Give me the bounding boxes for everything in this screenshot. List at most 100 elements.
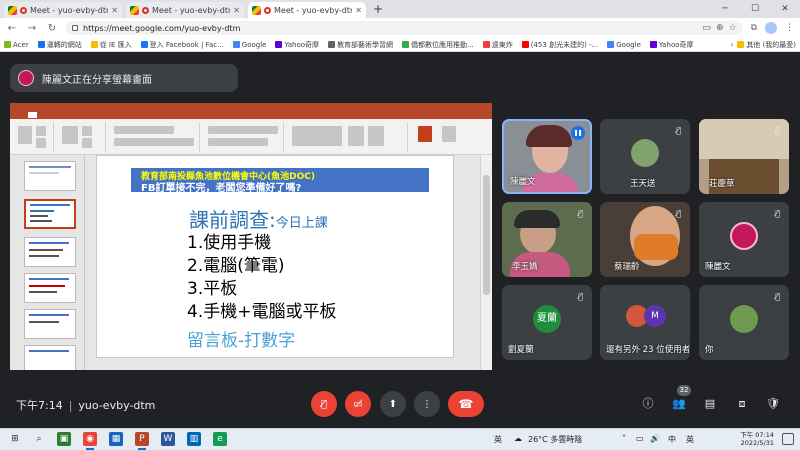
- bookmark-item[interactable]: Yahoo奇摩: [649, 40, 694, 50]
- bookmark-item[interactable]: 教育部藝術學習網: [328, 40, 393, 50]
- participant-tile-presenter[interactable]: 陳麗文: [502, 119, 592, 194]
- participant-tile[interactable]: 🎙̸ 李玉嬌: [502, 202, 592, 277]
- shared-screen: 教育部南投縣魚池數位機會中心(魚池DOC) FB訂單接不完，老闆您準備好了嗎? …: [10, 103, 492, 370]
- ribbon-group: [58, 122, 106, 152]
- powerpoint-titlebar: [10, 103, 492, 111]
- meeting-time: 下午7:14: [16, 399, 63, 412]
- close-tab-icon[interactable]: ✕: [355, 6, 362, 15]
- word-icon[interactable]: W: [161, 432, 175, 446]
- slide-thumbnail[interactable]: [24, 161, 76, 191]
- slide-thumbnail[interactable]: [24, 273, 76, 303]
- extensions-icon[interactable]: ⧉: [751, 23, 757, 33]
- slide-thumbnail[interactable]: [24, 309, 76, 339]
- bookmark-item[interactable]: 從 IE 匯入: [90, 40, 132, 50]
- bookmark-item[interactable]: Google: [607, 41, 641, 49]
- browser-tab-1[interactable]: Meet - yuo-evby-dtm ✕: [4, 2, 122, 18]
- bookmark-item[interactable]: Google: [232, 41, 266, 49]
- bookmark-item[interactable]: 登入 Facebook | Fac...: [140, 40, 224, 50]
- browser-tab-2[interactable]: Meet - yuo-evby-dtm ✕: [126, 2, 244, 18]
- mic-toggle-button[interactable]: 🎙̸: [311, 391, 337, 417]
- chat-icon[interactable]: ▤: [701, 395, 719, 413]
- minimize-icon[interactable]: ─: [710, 0, 740, 18]
- maximize-icon[interactable]: ☐: [740, 0, 770, 18]
- slide-thumbnail-selected[interactable]: [24, 199, 76, 229]
- bookmark-item[interactable]: 遠東炸: [482, 40, 513, 50]
- slide-thumbnail[interactable]: [24, 345, 76, 370]
- zoom-icon[interactable]: ⊕: [716, 23, 724, 33]
- thumb-line: [30, 210, 54, 212]
- participant-tile[interactable]: 🎙̸ 陳麗文: [699, 202, 789, 277]
- browser-tab-3[interactable]: Meet - yuo-evby-dtm ✕: [248, 2, 366, 18]
- more-options-button[interactable]: ⋮: [414, 391, 440, 417]
- tray-chevron-icon[interactable]: ˄: [622, 434, 626, 443]
- more-vert-icon: ⋮: [422, 398, 432, 410]
- store-icon[interactable]: ▥: [187, 432, 201, 446]
- participant-video-hair: [514, 210, 560, 228]
- slide-thumbnail[interactable]: [24, 237, 76, 267]
- slide-thumbnail-pane: [10, 155, 85, 370]
- participant-avatar: [730, 222, 758, 250]
- camera-indicator-icon[interactable]: ▭: [702, 23, 711, 33]
- scrollbar-thumb[interactable]: [483, 175, 490, 295]
- notification-icon[interactable]: [782, 433, 794, 445]
- photos-icon[interactable]: ▦: [109, 432, 123, 446]
- input-mode-icon[interactable]: 英: [686, 434, 694, 445]
- close-window-icon[interactable]: ✕: [770, 0, 800, 18]
- windows-start-icon[interactable]: ⊞: [8, 432, 22, 446]
- forward-icon[interactable]: →: [26, 23, 38, 34]
- participant-avatar: M: [644, 305, 666, 327]
- host-controls-icon[interactable]: 🛡: [764, 395, 782, 413]
- language-indicator-icon[interactable]: 中: [668, 434, 676, 445]
- bookmark-item[interactable]: Acer: [4, 41, 29, 49]
- activities-icon[interactable]: ⧈: [733, 395, 751, 413]
- participant-tile-self[interactable]: 🎙̸ 你: [699, 285, 789, 360]
- browser-tab-title: Meet - yuo-evby-dtm: [30, 5, 109, 15]
- close-tab-icon[interactable]: ✕: [233, 6, 240, 15]
- font-box: [114, 126, 174, 134]
- new-tab-button[interactable]: +: [370, 2, 386, 18]
- taskbar-clock[interactable]: 下午 07:14 2022/5/31: [740, 431, 774, 447]
- slide-scrollbar[interactable]: [480, 155, 492, 370]
- bookmark-item[interactable]: 僑都數位應用推動...: [402, 40, 474, 50]
- profile-avatar[interactable]: [765, 22, 777, 34]
- bookmark-item[interactable]: 運轉的網站: [37, 40, 82, 50]
- participant-tile[interactable]: 🎙̸ 夏蘭 劉夏蘭: [502, 285, 592, 360]
- participant-name: 你: [705, 345, 714, 355]
- people-icon[interactable]: 👥: [670, 395, 688, 413]
- participant-tile[interactable]: 🎙̸ 蔡瑞齡: [600, 202, 690, 277]
- powerpoint-icon[interactable]: P: [135, 432, 149, 446]
- bookmark-item[interactable]: Yahoo奇摩: [275, 40, 319, 50]
- weather-text[interactable]: 26°C 多雲時陰: [528, 434, 582, 445]
- search-icon[interactable]: ⌕: [32, 432, 46, 446]
- participant-tile[interactable]: 🎙̸ 王天送: [600, 119, 690, 194]
- edge-icon[interactable]: e: [213, 432, 227, 446]
- ime-indicator[interactable]: 英: [494, 434, 502, 445]
- url-field[interactable]: https://meet.google.com/yuo-evby-dtm ▭ ⊕…: [66, 21, 743, 35]
- mic-off-icon: 🎙̸: [775, 126, 780, 135]
- chrome-icon[interactable]: ◉: [83, 432, 97, 446]
- slide-heading-sub: 今日上課: [275, 216, 328, 231]
- star-icon[interactable]: ☆: [728, 23, 736, 33]
- other-bookmarks[interactable]: 其他 (我的最愛): [737, 40, 796, 50]
- menu-icon[interactable]: ⋮: [785, 23, 794, 33]
- bookmark-icon: [275, 41, 283, 48]
- camera-toggle-button[interactable]: ▭̸: [345, 391, 371, 417]
- participant-tile[interactable]: 🎙̸ 莊慶草: [699, 119, 789, 194]
- bookmark-item[interactable]: (453 創光未建的) -...: [521, 40, 598, 50]
- current-slide: 教育部南投縣魚池數位機會中心(魚池DOC) FB訂單接不完，老闆您準備好了嗎? …: [96, 155, 454, 358]
- thumb-line: [30, 204, 70, 206]
- participant-tile-overflow[interactable]: M 還有另外 23 位使用者: [600, 285, 690, 360]
- back-icon[interactable]: ←: [6, 23, 18, 34]
- participant-avatar: [631, 139, 659, 167]
- bookmarks-bar: Acer 運轉的網站 從 IE 匯入 登入 Facebook | Fac... …: [0, 38, 800, 52]
- volume-icon[interactable]: 🔊: [650, 434, 660, 443]
- network-icon[interactable]: ▭: [636, 434, 644, 443]
- meeting-info-icon[interactable]: ⓘ: [639, 395, 657, 413]
- reload-icon[interactable]: ↻: [46, 23, 58, 34]
- leave-call-button[interactable]: ☎: [448, 391, 484, 417]
- line-app-icon[interactable]: ▣: [57, 432, 71, 446]
- mic-off-icon: 🎙̸: [578, 209, 583, 218]
- chevron-right-icon[interactable]: ›: [731, 41, 734, 49]
- present-now-button[interactable]: ⬆: [380, 391, 406, 417]
- close-tab-icon[interactable]: ✕: [111, 6, 118, 15]
